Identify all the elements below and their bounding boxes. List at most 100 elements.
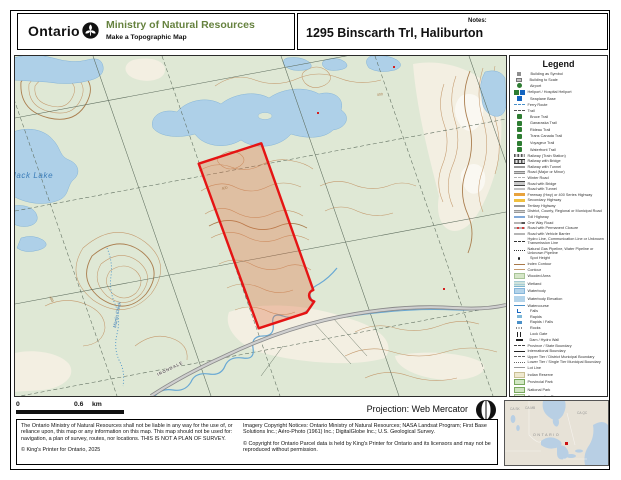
legend-item: Lock Gate	[514, 332, 605, 337]
legend-item-label: Road with Tunnel	[528, 187, 606, 191]
legend-item-label: Freeway (Hwy) or 400 Series Highway	[528, 193, 606, 197]
heliport-swatch-icon	[514, 90, 525, 95]
header-title-box: 1295 Binscarth Trl, Haliburton Notes:	[297, 13, 608, 50]
winter-swatch-icon	[514, 177, 525, 178]
legend-item: Railway with Bridge	[514, 159, 605, 163]
muni-road-swatch-icon	[514, 210, 525, 213]
road-swatch-icon	[514, 171, 525, 174]
trail-green-swatch-icon	[517, 121, 522, 126]
freeway-swatch-icon	[514, 193, 525, 196]
ontario-wordmark: Ontario	[28, 23, 80, 39]
legend-item: Wooded Area	[514, 273, 605, 279]
legend-item-label: Rocks	[530, 326, 605, 330]
legend-item: Waterbody Elevation	[514, 296, 605, 302]
legend-item-label: Provincial Park	[528, 380, 606, 384]
pipeline-swatch-icon	[514, 250, 525, 251]
legend-item-label: Railway with Bridge	[528, 159, 606, 163]
ferry-swatch-icon	[514, 104, 525, 105]
inset-region-label: CA QC	[577, 411, 588, 415]
legend-item-label: Watercourse	[528, 304, 606, 308]
legend-item: Road (Major or Minor)	[514, 170, 605, 174]
topo-map: Black Lake Martin Creek IRONDALE 400 400…	[15, 56, 506, 396]
legend-items: Building as SymbolBuilding to ScaleAirpo…	[510, 72, 607, 397]
legend-item-label: Ganaraska Trail	[530, 121, 605, 125]
locator-inset-map: CA SK CA MB CA QC ONTARIO	[504, 400, 609, 466]
map-sheet: Ontario Ministry of Natural Resources Ma…	[0, 0, 621, 480]
legend-item: Waterbody	[514, 288, 605, 294]
watercourse-swatch-icon	[514, 305, 525, 306]
legend-item-label: Lot Line	[528, 366, 606, 370]
legend-item-label: Road with Permanent Closure	[528, 226, 606, 230]
legend-item-label: Railway with Tunnel	[528, 165, 606, 169]
legend-item: Lot Line	[514, 366, 605, 370]
legend-item: Freeway (Hwy) or 400 Series Highway	[514, 193, 605, 197]
legend-item: Bruce Trail	[514, 114, 605, 119]
reserve-swatch-icon	[514, 372, 525, 378]
legend-item: Railway (Train Station)	[514, 154, 605, 158]
legend-item: Road with Vehicle Barrier	[514, 232, 605, 236]
legend-item: Indian Reserve	[514, 372, 605, 378]
legend-item: Hydro Line, Communication Line or Unknow…	[514, 237, 605, 245]
cons-reserve-swatch-icon	[514, 394, 525, 397]
topographic-map-canvas: Black Lake Martin Creek IRONDALE 400 400…	[14, 55, 507, 397]
bld-sym-swatch-icon	[517, 72, 521, 76]
legend-item-label: Building to Scale	[530, 78, 606, 82]
legend-item-label: Winter Road	[528, 176, 606, 180]
wetland-swatch-icon	[514, 281, 525, 287]
dam-swatch-icon	[516, 339, 523, 341]
legend-item-label: Wooded Area	[528, 274, 606, 278]
lake-label: Black Lake	[15, 171, 53, 180]
legend-item: Watercourse	[514, 304, 605, 308]
trail-green-swatch-icon	[517, 127, 522, 132]
rail-tunnel-swatch-icon	[514, 166, 525, 168]
legend-item-label: Rapids / Falls	[530, 320, 605, 324]
legend-item: Secondary Highway	[514, 198, 605, 202]
legend-item-label: Spot Height	[530, 256, 605, 260]
legend-item-label: Lock Gate	[530, 332, 605, 336]
page-title: 1295 Binscarth Trl, Haliburton	[306, 26, 483, 40]
natl-park-swatch-icon	[514, 387, 525, 393]
falls-swatch-icon	[517, 309, 521, 313]
legend-item-label: Road with Vehicle Barrier	[528, 232, 606, 236]
contour-label: 400	[377, 92, 383, 97]
disclaimer-text: The Ontario Ministry of Natural Resource…	[21, 423, 233, 442]
legend-item: Dam / Hydro Wall	[514, 338, 605, 342]
legend-item-label: Ferry Route	[528, 103, 606, 107]
legend-item-label: Falls	[530, 309, 605, 313]
footer-notices-box: The Ontario Ministry of Natural Resource…	[16, 419, 498, 465]
legend-item: Seaplane Base	[514, 96, 605, 101]
inset-ontario-label: ONTARIO	[533, 433, 560, 437]
lower-bound-swatch-icon	[514, 362, 525, 363]
legend-item-label: District, County, Regional or Municipal …	[528, 209, 606, 213]
legend-item-label: Waterfront Trail	[530, 148, 605, 152]
legend-item-label: Contour	[528, 268, 606, 272]
contour-swatch-icon	[514, 269, 525, 270]
tert-hwy-swatch-icon	[514, 205, 525, 208]
legend-item: Winter Road	[514, 176, 605, 180]
copyright-text: © King's Printer for Ontario, 2025	[21, 447, 233, 453]
legend-title: Legend	[510, 59, 607, 69]
intl-bound-swatch-icon	[514, 351, 525, 352]
spot-swatch-icon	[518, 257, 521, 260]
trail-green-swatch-icon	[517, 134, 522, 139]
prov-bound-swatch-icon	[514, 345, 525, 346]
legend-panel: Legend Building as SymbolBuilding to Sca…	[509, 55, 608, 397]
road-tunnel-swatch-icon	[514, 188, 525, 190]
legend-item: Natural Gas Pipeline, Water Pipeline or …	[514, 247, 605, 255]
legend-item-label: Toll Highway	[528, 215, 606, 219]
legend-item-label: Railway (Train Station)	[528, 154, 606, 158]
legend-item: Falls	[514, 309, 605, 313]
legend-item-label: Index Contour	[528, 262, 606, 266]
legend-item: Spot Height	[514, 256, 605, 260]
legend-item: Trans Canada Trail	[514, 134, 605, 139]
header-branding: Ontario Ministry of Natural Resources Ma…	[17, 13, 295, 50]
legend-item-label: Bruce Trail	[530, 115, 605, 119]
legend-item: Building to Scale	[514, 78, 605, 82]
toll-swatch-icon	[514, 216, 525, 219]
legend-item: Toll Highway	[514, 215, 605, 219]
lock-swatch-icon	[517, 332, 521, 337]
legend-item: Road with Tunnel	[514, 187, 605, 191]
legend-item-label: One Way Road	[528, 221, 606, 225]
legend-item-label: Tertiary Highway	[528, 204, 606, 208]
legend-item-label: Trail	[528, 109, 606, 113]
